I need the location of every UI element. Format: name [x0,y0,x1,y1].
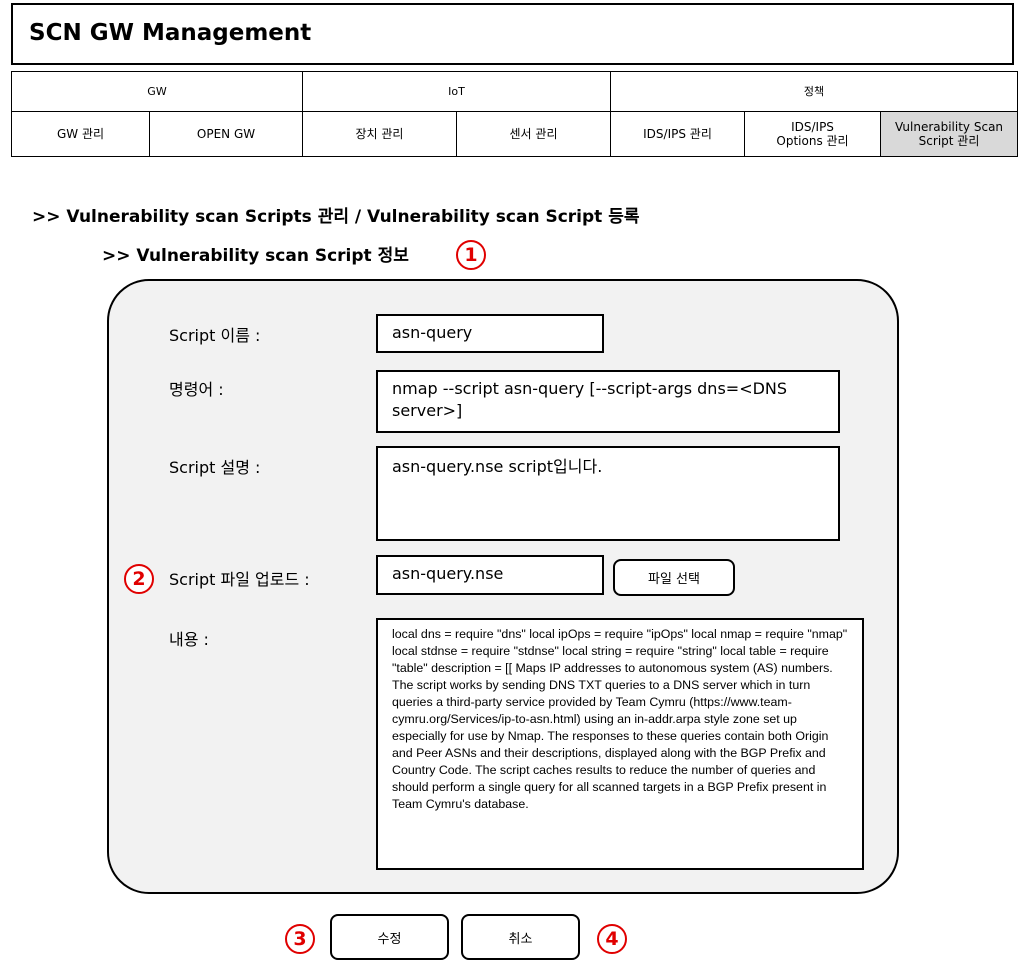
callout-marker-2: 2 [124,564,154,594]
main-nav: GW IoT 정책 GW 관리 OPEN GW 장치 관리 센서 관리 IDS/… [11,71,1019,157]
choose-file-button[interactable]: 파일 선택 [613,559,735,596]
script-name-label: Script 이름 : [169,326,261,345]
nav-item-device-manage[interactable]: 장치 관리 [302,111,457,157]
edit-button[interactable]: 수정 [330,914,449,960]
app-header: SCN GW Management [11,3,1014,65]
nav-item-vuln-scan-script[interactable]: Vulnerability Scan Script 관리 [880,111,1019,157]
script-content-textarea[interactable]: local dns = require "dns" local ipOps = … [376,618,864,870]
nav-item-ids-ips-options[interactable]: IDS/IPS Options 관리 [744,111,882,157]
callout-marker-4: 4 [597,924,627,954]
command-label: 명령어 : [169,380,224,399]
callout-marker-1: 1 [456,240,486,270]
nav-item-open-gw[interactable]: OPEN GW [149,111,303,157]
nav-group-policy[interactable]: 정책 [610,71,1019,112]
callout-marker-3: 3 [285,924,315,954]
nav-group-iot[interactable]: IoT [301,71,612,112]
nav-item-ids-ips-manage[interactable]: IDS/IPS 관리 [610,111,746,157]
script-desc-textarea[interactable]: asn-query.nse script입니다. [376,446,840,541]
section-title: >> Vulnerability scan Script 정보 [102,246,409,266]
nav-group-gw[interactable]: GW [11,71,303,112]
nav-item-gw-manage[interactable]: GW 관리 [11,111,150,157]
content-label: 내용 : [169,630,209,649]
app-title: SCN GW Management [29,20,312,46]
script-desc-label: Script 설명 : [169,458,261,477]
script-name-input[interactable]: asn-query [376,314,604,353]
script-file-input[interactable]: asn-query.nse [376,555,604,595]
script-upload-label: Script 파일 업로드 : [169,570,310,589]
nav-item-sensor-manage[interactable]: 센서 관리 [455,111,612,157]
command-input[interactable]: nmap --script asn-query [--script-args d… [376,370,840,433]
breadcrumb: >> Vulnerability scan Scripts 관리 / Vulne… [32,207,640,227]
cancel-button[interactable]: 취소 [461,914,580,960]
